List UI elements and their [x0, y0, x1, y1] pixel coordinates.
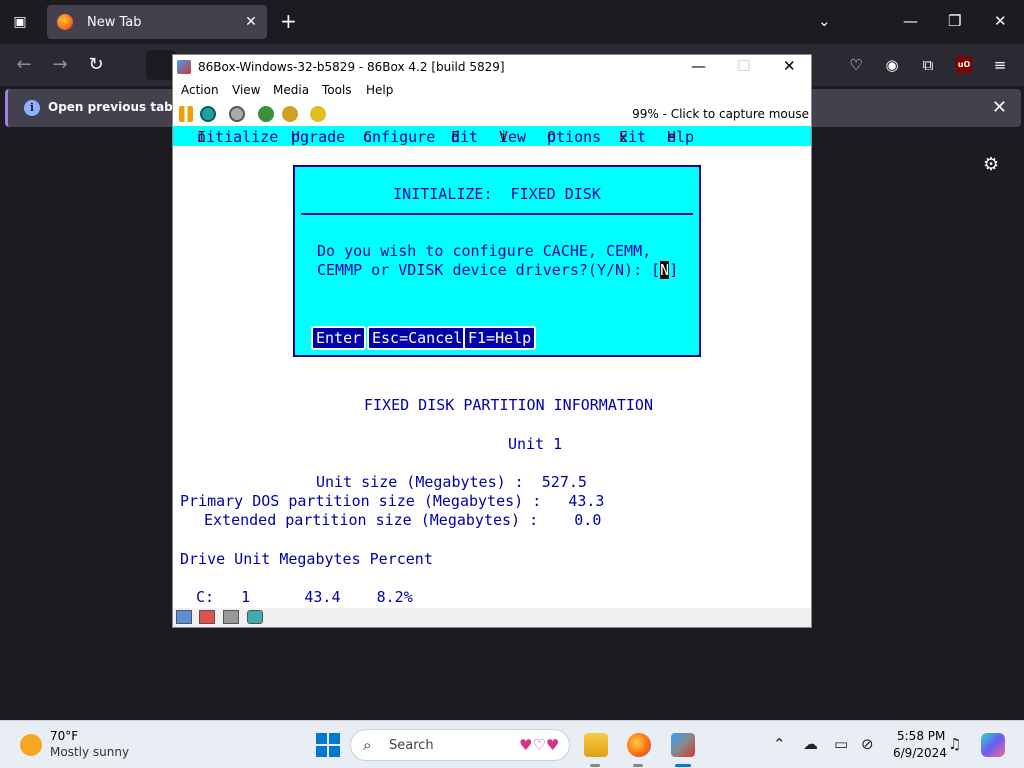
weather-sun-icon[interactable] — [20, 734, 42, 756]
account-icon[interactable]: ◉ — [882, 55, 902, 75]
search-icon: ⌕ — [363, 736, 372, 754]
floppy-icon[interactable] — [176, 610, 192, 624]
firefox-taskbar-icon[interactable] — [627, 733, 651, 757]
tab-list-icon[interactable]: ▣ — [8, 10, 32, 34]
settings-icon[interactable] — [282, 106, 298, 122]
86box-taskbar-icon[interactable] — [671, 733, 695, 757]
menu-action[interactable]: Action — [181, 83, 219, 97]
search-placeholder: Search — [389, 738, 434, 753]
86box-window: 86Box-Windows-32-b5829 - 86Box 4.2 [buil… — [172, 54, 812, 628]
86box-active-indicator — [675, 764, 691, 767]
start-windows-icon[interactable] — [316, 733, 340, 757]
cdrom-icon[interactable] — [199, 610, 215, 624]
hard-disk-icon[interactable] — [223, 610, 239, 624]
esc-cancel-button[interactable]: Esc=Cancel — [367, 326, 468, 350]
clock-date[interactable]: 6/9/2024 — [893, 746, 947, 760]
back-arrow-icon[interactable]: ← — [12, 54, 36, 75]
browser-tabstrip: ▣ New Tab ✕ + ⌄ — ❐ ✕ — [0, 0, 1024, 44]
drive-table-header: Drive Unit Megabytes Percent — [180, 550, 433, 568]
taskbar-search[interactable]: ⌕ Search ♥♡♥ — [350, 729, 570, 761]
primary-partition-row: Primary DOS partition size (Megabytes) :… — [180, 492, 605, 510]
extensions-icon[interactable]: ⧉ — [918, 55, 938, 75]
dialog-question-line2: CEMMP or VDISK device drivers?(Y/N): [N] — [317, 261, 679, 279]
menu-tools[interactable]: Tools — [322, 83, 352, 97]
tab-overflow-chevron-icon[interactable]: ⌄ — [818, 12, 831, 30]
new-tab-button[interactable]: + — [280, 11, 297, 31]
menu-help[interactable]: Help — [366, 83, 393, 97]
clock-time[interactable]: 5:58 PM — [897, 729, 945, 743]
ublock-icon[interactable]: uO — [956, 56, 972, 73]
vm-toolbar: 99% - Click to capture mouse — [173, 102, 811, 126]
weather-description[interactable]: Mostly sunny — [50, 745, 129, 759]
vm-close-icon[interactable]: ✕ — [783, 57, 796, 75]
file-explorer-icon[interactable] — [584, 733, 608, 757]
initialize-dialog: INITIALIZE: FIXED DISK Do you wish to co… — [293, 165, 701, 357]
explorer-running-indicator — [590, 764, 600, 767]
browser-close-icon[interactable]: ✕ — [994, 12, 1007, 30]
enter-button[interactable]: Enter — [311, 326, 367, 350]
partition-info-heading: FIXED DISK PARTITION INFORMATION — [364, 396, 653, 414]
forward-arrow-icon[interactable]: → — [48, 54, 72, 75]
firefox-running-indicator — [633, 764, 643, 767]
network-icon[interactable]: ⊘ — [861, 735, 874, 753]
hard-reset-icon[interactable] — [310, 106, 326, 122]
notification-bell-icon[interactable]: ♫ — [948, 735, 961, 753]
tray-overflow-chevron-icon[interactable]: ⌃ — [773, 735, 786, 753]
display-icon[interactable]: ▭ — [834, 735, 848, 753]
pocket-icon[interactable]: ♡ — [846, 55, 866, 75]
tab-title: New Tab — [87, 14, 142, 30]
onedrive-icon[interactable]: ☁ — [803, 735, 818, 753]
answer-input[interactable]: N — [660, 261, 670, 279]
notification-close-icon[interactable]: ✕ — [992, 97, 1007, 118]
firefox-icon — [57, 14, 73, 30]
menu-view[interactable]: View — [232, 83, 260, 97]
reset-icon[interactable] — [200, 106, 216, 122]
menu-hamburger-icon[interactable]: ≡ — [990, 55, 1010, 75]
dos-menubar: Initialize Upgrade Configure Edit View O… — [173, 126, 811, 146]
extended-partition-row: Extended partition size (Megabytes) : 0.… — [204, 511, 602, 529]
tab-new-tab[interactable]: New Tab ✕ — [47, 5, 267, 39]
vm-statusbar — [173, 608, 811, 627]
vm-menubar: Action View Media Tools Help — [173, 79, 811, 102]
copilot-icon[interactable] — [981, 733, 1005, 757]
unit-label: Unit 1 — [508, 435, 563, 453]
reload-icon[interactable]: ↻ — [84, 54, 108, 75]
menu-media[interactable]: Media — [273, 83, 309, 97]
dialog-divider — [301, 213, 693, 215]
pause-icon[interactable] — [179, 106, 193, 122]
power-icon[interactable] — [229, 106, 245, 122]
dos-screen[interactable]: Initialize Upgrade Configure Edit View O… — [173, 126, 811, 608]
unit-size-row: Unit size (Megabytes) : 527.5 — [316, 473, 587, 491]
gear-icon[interactable]: ⚙ — [983, 154, 999, 175]
86box-app-icon — [177, 60, 191, 74]
dialog-question-line1: Do you wish to configure CACHE, CEMM, — [317, 242, 652, 260]
drive-table-row: C: 1 43.4 8.2% — [196, 588, 413, 606]
vm-minimize-icon[interactable]: — — [691, 57, 706, 75]
weather-temperature[interactable]: 70°F — [50, 729, 78, 743]
ctrl-alt-del-icon[interactable] — [258, 106, 274, 122]
windows-taskbar: 70°F Mostly sunny ⌕ Search ♥♡♥ ⌃ ☁ ▭ ⊘ 5… — [0, 720, 1024, 768]
capture-mouse-status: 99% - Click to capture mouse — [632, 107, 809, 121]
browser-minimize-icon[interactable]: — — [903, 12, 918, 30]
search-highlight-icon: ♥♡♥ — [519, 736, 560, 754]
vm-maximize-icon: ☐ — [737, 57, 751, 75]
sound-icon[interactable] — [247, 610, 263, 624]
vm-titlebar[interactable]: 86Box-Windows-32-b5829 - 86Box 4.2 [buil… — [173, 55, 811, 79]
tab-close-icon[interactable]: ✕ — [243, 14, 259, 30]
vm-title: 86Box-Windows-32-b5829 - 86Box 4.2 [buil… — [198, 60, 505, 74]
f1-help-button[interactable]: F1=Help — [463, 326, 537, 350]
dialog-title: INITIALIZE: FIXED DISK — [393, 185, 601, 203]
info-icon: i — [24, 100, 40, 116]
browser-restore-icon[interactable]: ❐ — [948, 12, 961, 30]
